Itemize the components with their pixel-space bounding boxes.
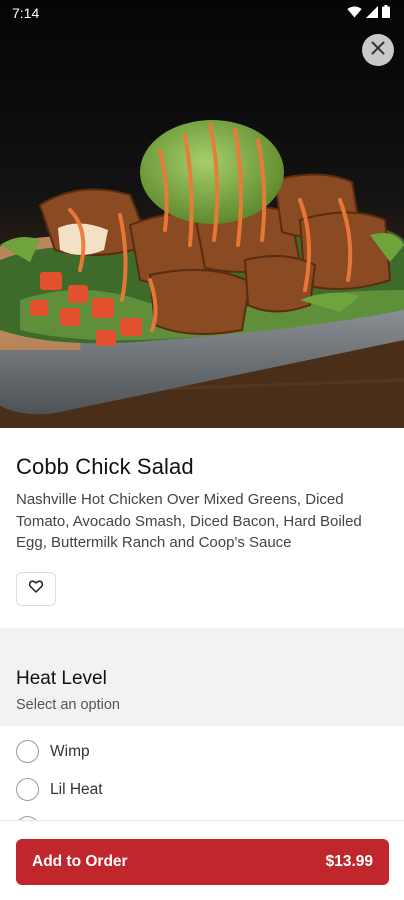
favorite-button[interactable] — [16, 572, 56, 606]
signal-icon — [366, 5, 378, 21]
heat-level-subtitle: Select an option — [16, 697, 120, 713]
option-wimp[interactable]: Wimp — [16, 740, 90, 763]
item-info: Cobb Chick Salad Nashville Hot Chicken O… — [0, 428, 404, 628]
status-icons — [347, 5, 390, 21]
close-icon — [371, 41, 385, 60]
radio-button[interactable] — [16, 740, 39, 763]
heart-icon — [28, 580, 44, 598]
add-to-order-button[interactable]: Add to Order $13.99 — [16, 839, 389, 885]
option-label: Lil Heat — [50, 780, 103, 798]
option-lil-heat[interactable]: Lil Heat — [16, 778, 103, 801]
order-price: $13.99 — [325, 853, 373, 870]
close-button[interactable] — [362, 34, 394, 66]
wifi-icon — [347, 5, 362, 21]
add-to-order-label: Add to Order — [32, 853, 128, 870]
item-title: Cobb Chick Salad — [16, 454, 194, 479]
heat-level-section: Heat Level Select an option — [0, 628, 404, 726]
status-time: 7:14 — [12, 5, 40, 21]
salad-photo-illustration — [0, 0, 404, 428]
item-description: Nashville Hot Chicken Over Mixed Greens,… — [16, 491, 362, 551]
heat-level-title: Heat Level — [16, 668, 107, 689]
option-label: Wimp — [50, 742, 90, 760]
battery-icon — [382, 5, 390, 21]
status-bar: 7:14 — [0, 0, 404, 26]
heat-level-options: Wimp Lil Heat — [0, 726, 404, 820]
item-photo — [0, 0, 404, 428]
bottom-bar: Add to Order $13.99 — [0, 820, 404, 900]
radio-button[interactable] — [16, 778, 39, 801]
